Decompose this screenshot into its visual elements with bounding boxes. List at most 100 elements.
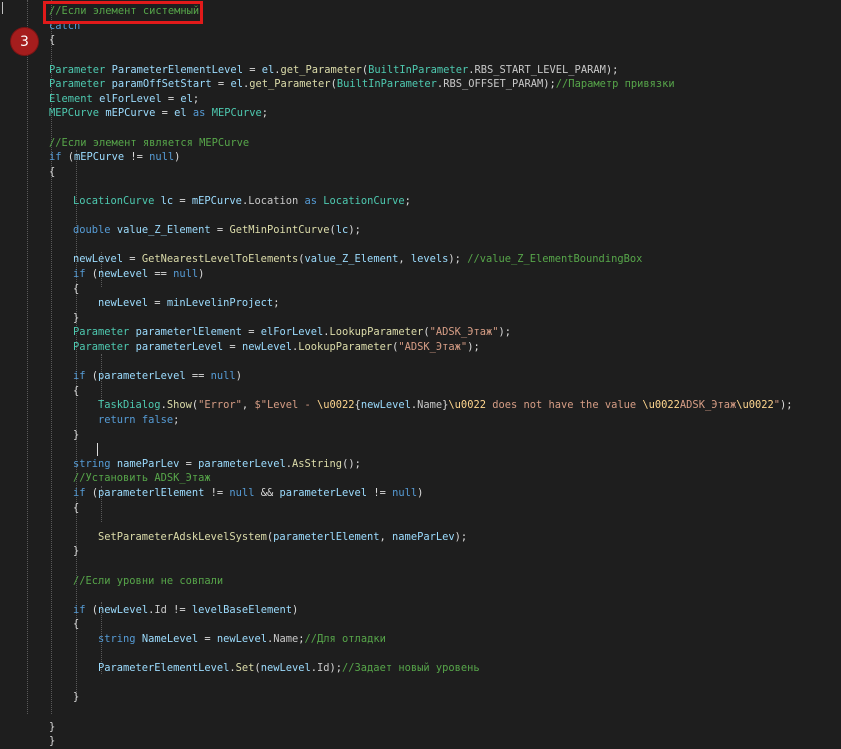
- code-token: levels: [410, 253, 449, 266]
- code-token: parameterLevel: [198, 457, 286, 470]
- code-line: {: [49, 33, 55, 48]
- code-token: Show: [166, 399, 192, 412]
- code-token: ==: [148, 268, 174, 280]
- code-token: }: [73, 428, 80, 441]
- code-token: string: [73, 457, 111, 470]
- code-token: \u0022: [317, 399, 355, 412]
- code-token: newLevel: [98, 297, 149, 310]
- code-token: Set: [235, 662, 255, 675]
- code-token: as: [192, 107, 206, 120]
- code-token: =: [198, 633, 217, 645]
- code-token: if: [73, 603, 86, 616]
- code-token: );: [448, 253, 468, 266]
- step-number-badge: 3: [11, 28, 38, 55]
- code-token: Parameter: [49, 78, 106, 91]
- code-token: //Для отладки: [304, 633, 386, 645]
- code-token: ,: [379, 530, 393, 543]
- code-token: newLevel: [216, 633, 267, 645]
- code-token: =: [241, 326, 261, 339]
- code-token: double: [73, 224, 111, 237]
- code-line: Element elForLevel = el;: [49, 92, 199, 107]
- code-token: Parameter: [49, 63, 106, 76]
- code-token: );: [498, 326, 511, 339]
- code-token: null: [173, 268, 199, 280]
- code-editor[interactable]: //Если элемент системный catch{Parameter …: [0, 0, 841, 747]
- indent-guide: [27, 0, 28, 714]
- code-token: LocationCurve: [323, 195, 405, 207]
- code-token: ): [198, 268, 205, 280]
- code-token: !=: [166, 603, 192, 616]
- code-line: {: [73, 617, 79, 632]
- code-token: mEPCurve: [105, 107, 156, 120]
- step-number-label: 3: [20, 33, 29, 50]
- code-token: paramOffSetStart: [111, 78, 212, 91]
- code-line: newLevel = minLevelinProject;: [98, 296, 279, 311]
- code-line: Parameter paramOffSetStart = el.get_Para…: [49, 77, 675, 92]
- code-line: }: [73, 311, 79, 326]
- code-token: \u0022: [642, 399, 680, 412]
- code-token: BuiltInParameter: [336, 78, 437, 91]
- code-token: );: [605, 63, 619, 76]
- code-token: mEPCurve: [74, 151, 125, 164]
- code-token: newLevel: [241, 341, 292, 353]
- code-line: if (parameterLevel == null): [73, 369, 242, 384]
- code-token: elForLevel: [260, 326, 324, 339]
- code-token: newLevel: [73, 253, 124, 266]
- code-line: MEPCurve mEPCurve = el as MEPCurve;: [49, 106, 268, 121]
- code-token: (: [85, 603, 99, 616]
- code-token: {: [73, 384, 80, 397]
- code-token: does not have the value: [485, 399, 643, 412]
- code-token: parameterlElement: [273, 530, 380, 543]
- code-token: //Если элемент является MEPCurve: [49, 136, 250, 149]
- code-token: AsString: [292, 457, 343, 470]
- code-token: =: [148, 297, 167, 310]
- code-token: RBS_START_LEVEL_PARAM: [474, 63, 606, 76]
- code-line: string NameLevel = newLevel.Name;//Для о…: [98, 632, 386, 647]
- code-token: SetParameterAdskLevelSystem: [98, 530, 267, 543]
- code-token: //Задает новый уровень: [342, 662, 480, 675]
- code-token: (: [85, 487, 99, 499]
- code-token: =: [242, 63, 262, 76]
- code-token: );: [329, 662, 343, 675]
- code-line: if (parameterlElement != null && paramet…: [73, 486, 423, 501]
- code-token: {: [73, 501, 80, 514]
- code-token: LookupParameter: [298, 341, 393, 353]
- code-line: LocationCurve lc = mEPCurve.Location as …: [73, 194, 411, 209]
- code-token: parameterlElement: [135, 326, 242, 339]
- code-line: }: [73, 544, 79, 559]
- code-token: }: [73, 311, 80, 324]
- code-token: return: [98, 414, 136, 426]
- code-token: LookupParameter: [329, 326, 424, 339]
- code-token: if: [73, 487, 86, 499]
- code-token: ADSK_Этаж: [679, 399, 737, 412]
- code-token: );: [348, 224, 361, 237]
- code-token: =: [179, 457, 199, 470]
- code-token: parameterLevel: [135, 341, 224, 353]
- code-token: }: [73, 691, 80, 704]
- code-token: ;: [273, 297, 280, 310]
- code-token: );: [780, 399, 793, 412]
- code-token: &&: [254, 487, 280, 499]
- code-token: mEPCurve: [191, 195, 242, 207]
- code-token: Name: [273, 633, 299, 645]
- code-token: levelBaseElement: [191, 603, 292, 616]
- code-token: "ADSK_Этаж": [398, 341, 468, 353]
- code-line: //Установить ADSK_Этаж: [73, 471, 211, 486]
- code-token: ): [235, 370, 242, 383]
- code-token: NameLevel: [141, 633, 199, 645]
- code-token: LocationCurve: [73, 195, 155, 207]
- code-token: !=: [367, 487, 393, 499]
- code-token: }: [49, 720, 56, 733]
- code-token: ;: [404, 195, 411, 207]
- code-line: }: [73, 428, 79, 443]
- code-token: if: [73, 268, 86, 280]
- annotation-highlight-box: [43, 1, 203, 24]
- code-token: value_Z_Element: [304, 253, 399, 266]
- code-token: {: [73, 618, 80, 631]
- code-token: if: [49, 151, 62, 164]
- code-token: get_Parameter: [280, 63, 362, 76]
- code-token: el: [180, 92, 193, 105]
- code-token: (: [85, 268, 99, 280]
- code-token: parameterlElement: [98, 487, 205, 499]
- code-token: Parameter: [73, 326, 130, 339]
